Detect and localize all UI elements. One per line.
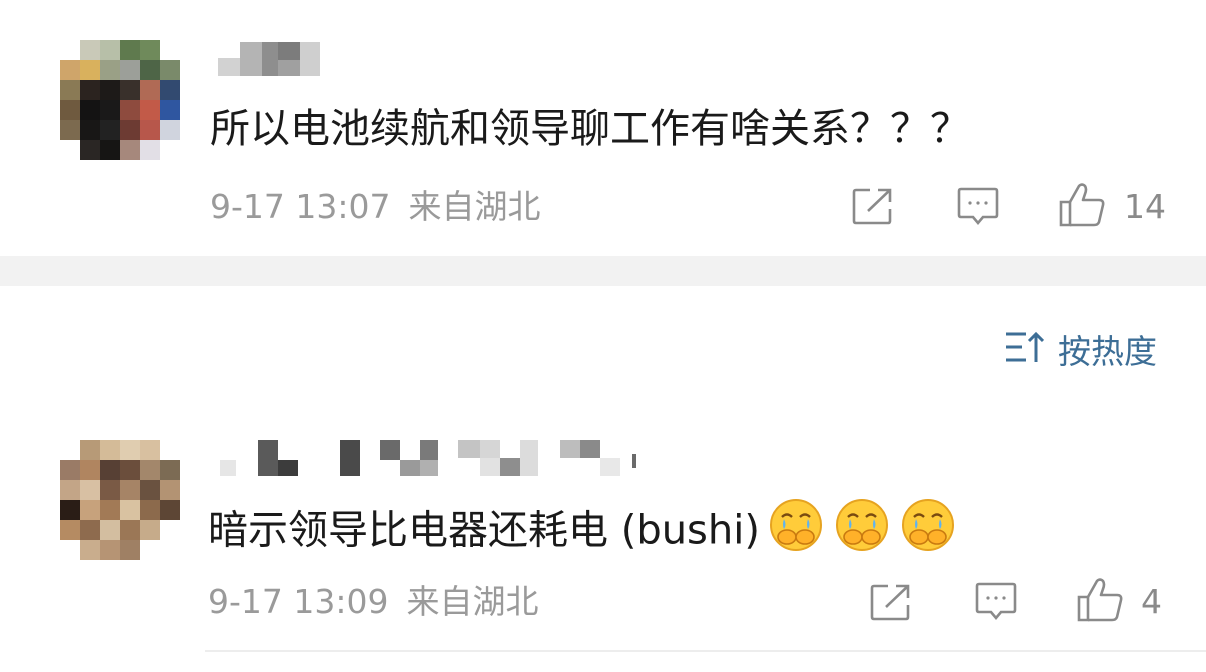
comment-icon[interactable] (957, 187, 999, 227)
username-redacted[interactable] (218, 38, 328, 78)
avatar[interactable] (60, 440, 180, 560)
crying-covering-mouth-emoji (901, 499, 954, 551)
like-count: 4 (1141, 582, 1162, 621)
section-divider (0, 256, 1206, 286)
comment-location: 来自湖北 (406, 582, 539, 621)
comment-text: 所以电池续航和领导聊工作有啥关系？？？ (210, 106, 970, 152)
share-icon[interactable] (870, 583, 912, 621)
bottom-divider (205, 650, 1206, 652)
comment-time: 9-17 13:09 (208, 582, 389, 621)
comment-time: 9-17 13:07 (210, 187, 391, 226)
like-icon[interactable] (1076, 577, 1124, 623)
emoji-icons (769, 499, 954, 551)
sort-label: 按热度 (1058, 332, 1157, 371)
sort-by-hot-button[interactable]: 按热度 (1004, 330, 1157, 374)
like-count: 14 (1124, 187, 1166, 226)
comment-text-content: 暗示领导比电器还耗电 (bushi) (208, 507, 760, 554)
comment-meta: 9-17 13:07 来自湖北 (210, 185, 541, 229)
sort-icon (1004, 330, 1045, 375)
like-icon[interactable] (1058, 182, 1106, 228)
crying-covering-mouth-emoji (835, 499, 888, 551)
share-icon[interactable] (852, 187, 894, 225)
comment-meta: 9-17 13:09 来自湖北 (208, 580, 539, 624)
avatar[interactable] (60, 40, 180, 160)
comment-icon[interactable] (975, 582, 1017, 622)
comment-text: 暗示领导比电器还耗电 (bushi) (208, 497, 958, 568)
crying-covering-mouth-emoji (769, 499, 822, 551)
username-redacted[interactable] (220, 438, 650, 478)
comment-location: 来自湖北 (408, 187, 541, 226)
emoji-group (768, 497, 958, 568)
